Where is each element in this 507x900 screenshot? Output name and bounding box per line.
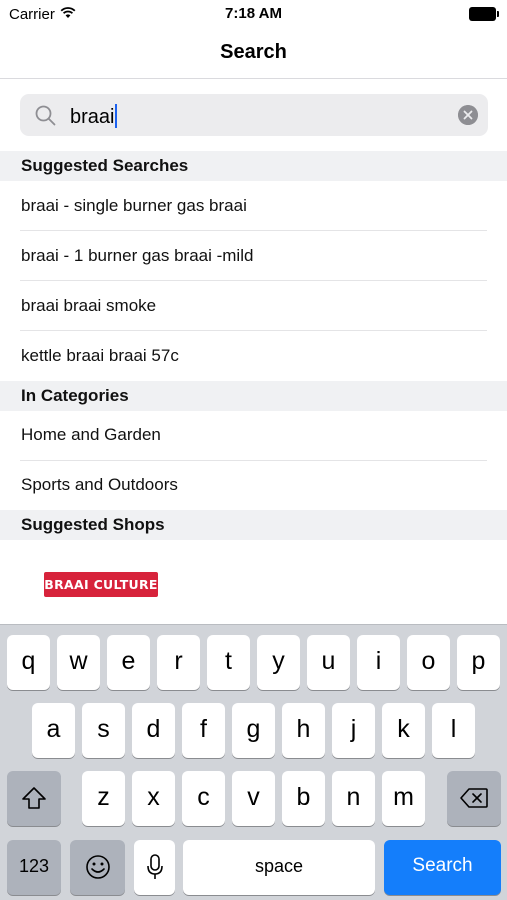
search-key[interactable]: Search bbox=[384, 840, 501, 895]
emoji-key[interactable] bbox=[70, 840, 125, 895]
search-input-text[interactable]: braai bbox=[70, 104, 118, 129]
key-z[interactable]: z bbox=[82, 771, 125, 826]
key-n[interactable]: n bbox=[332, 771, 375, 826]
key-s[interactable]: s bbox=[82, 703, 125, 758]
section-header-categories: In Categories bbox=[0, 381, 507, 411]
key-p[interactable]: p bbox=[457, 635, 500, 690]
suggestion-label: braai - single burner gas braai bbox=[21, 196, 247, 215]
section-title: Suggested Shops bbox=[21, 515, 165, 534]
suggestion-row[interactable]: braai braai smoke bbox=[0, 281, 507, 331]
shop-logo-braai-culture[interactable]: BRAAI CULTURE bbox=[44, 572, 158, 597]
battery-icon bbox=[469, 7, 499, 21]
key-a[interactable]: a bbox=[32, 703, 75, 758]
key-o[interactable]: o bbox=[407, 635, 450, 690]
suggestion-row[interactable]: braai - single burner gas braai bbox=[0, 181, 507, 231]
space-key[interactable]: space bbox=[183, 840, 375, 895]
text-caret bbox=[115, 104, 118, 128]
suggestion-label: kettle braai braai 57c bbox=[21, 346, 179, 365]
key-k[interactable]: k bbox=[382, 703, 425, 758]
key-i[interactable]: i bbox=[357, 635, 400, 690]
key-b[interactable]: b bbox=[282, 771, 325, 826]
key-e[interactable]: e bbox=[107, 635, 150, 690]
key-u[interactable]: u bbox=[307, 635, 350, 690]
suggestion-row[interactable]: kettle braai braai 57c bbox=[0, 331, 507, 381]
section-header-shops: Suggested Shops bbox=[0, 510, 507, 540]
status-time: 7:18 AM bbox=[225, 5, 282, 22]
microphone-key[interactable] bbox=[134, 840, 175, 895]
key-l[interactable]: l bbox=[432, 703, 475, 758]
shift-icon bbox=[22, 787, 46, 809]
section-title: Suggested Searches bbox=[21, 156, 189, 175]
suggestion-label: braai braai smoke bbox=[21, 296, 157, 315]
microphone-icon bbox=[146, 854, 163, 879]
suggestion-label: braai - 1 burner gas braai -mild bbox=[21, 246, 254, 265]
category-label: Home and Garden bbox=[21, 425, 161, 444]
keyboard: q w e r t y u i o p a s d f g h j k l z … bbox=[0, 624, 507, 900]
search-icon bbox=[35, 105, 56, 126]
category-row[interactable]: Sports and Outdoors bbox=[0, 461, 507, 511]
navigation-bar: Search bbox=[0, 28, 507, 79]
key-f[interactable]: f bbox=[182, 703, 225, 758]
key-v[interactable]: v bbox=[232, 771, 275, 826]
suggestion-row[interactable]: braai - 1 burner gas braai -mild bbox=[0, 231, 507, 281]
status-bar: Carrier 7:18 AM bbox=[0, 0, 507, 28]
key-w[interactable]: w bbox=[57, 635, 100, 690]
numbers-key[interactable]: 123 bbox=[7, 840, 61, 895]
key-m[interactable]: m bbox=[382, 771, 425, 826]
key-t[interactable]: t bbox=[207, 635, 250, 690]
delete-icon bbox=[460, 788, 488, 808]
key-c[interactable]: c bbox=[182, 771, 225, 826]
category-row[interactable]: Home and Garden bbox=[0, 411, 507, 461]
delete-key[interactable] bbox=[447, 771, 501, 826]
shop-logo-text: BRAAI CULTURE bbox=[44, 577, 158, 592]
key-d[interactable]: d bbox=[132, 703, 175, 758]
key-r[interactable]: r bbox=[157, 635, 200, 690]
key-j[interactable]: j bbox=[332, 703, 375, 758]
key-x[interactable]: x bbox=[132, 771, 175, 826]
category-label: Sports and Outdoors bbox=[21, 475, 178, 494]
search-input[interactable]: braai bbox=[20, 94, 488, 136]
clear-icon[interactable] bbox=[458, 105, 478, 125]
section-title: In Categories bbox=[21, 386, 129, 405]
shift-key[interactable] bbox=[7, 771, 61, 826]
key-h[interactable]: h bbox=[282, 703, 325, 758]
key-q[interactable]: q bbox=[7, 635, 50, 690]
key-y[interactable]: y bbox=[257, 635, 300, 690]
key-g[interactable]: g bbox=[232, 703, 275, 758]
section-header-suggested-searches: Suggested Searches bbox=[0, 151, 507, 181]
emoji-icon bbox=[85, 855, 110, 879]
page-title: Search bbox=[220, 41, 287, 63]
